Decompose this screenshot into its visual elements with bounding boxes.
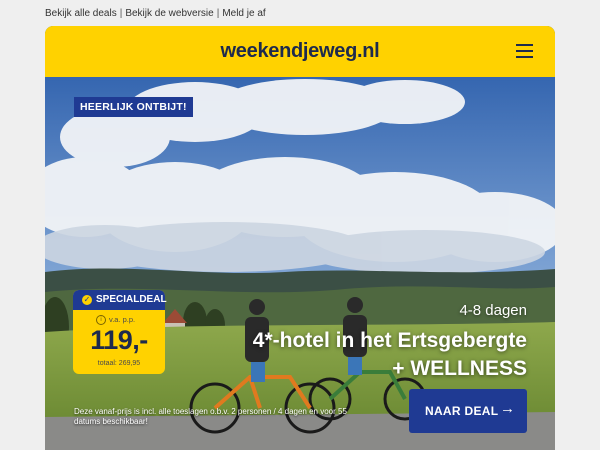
hamburger-menu-icon[interactable]	[516, 44, 533, 58]
hero-image[interactable]: HEERLIJK ONTBIJT! ✓ SPECIALDEAL i v.a. p…	[45, 77, 555, 450]
header-bar: weekendjeweg.nl	[45, 26, 555, 77]
view-deal-button[interactable]: NAAR DEAL →	[409, 389, 527, 433]
price-disclaimer: Deze vanaf-prijs is incl. alle toeslagen…	[74, 407, 347, 426]
web-version-link[interactable]: Bekijk de webversie	[125, 8, 213, 19]
headline-line-1: 4*-hotel in het Ertsgebergte	[252, 329, 527, 352]
top-links: Bekijk alle deals | Bekijk de webversie | Me…	[45, 8, 266, 19]
headline-line-2: + WELLNESS	[392, 357, 527, 380]
arrow-right-icon: →	[500, 400, 515, 417]
breakfast-tag: HEERLIJK ONTBIJT!	[74, 97, 193, 117]
trip-duration: 4-8 dagen	[459, 302, 527, 319]
info-icon[interactable]: i	[96, 315, 106, 325]
view-deal-label: NAAR DEAL	[425, 404, 499, 418]
per-person-label: v.a. p.p.	[109, 315, 136, 324]
unsubscribe-link[interactable]: Meld je af	[222, 8, 265, 19]
deal-card: weekendjeweg.nl HEERLIJK ONTBIJT! ✓ SPEC…	[45, 26, 555, 450]
special-deal-label: SPECIALDEAL	[96, 294, 167, 305]
all-deals-link[interactable]: Bekijk alle deals	[45, 8, 117, 19]
logo[interactable]: weekendjeweg.nl	[45, 40, 555, 63]
special-deal-header: ✓ SPECIALDEAL	[73, 290, 167, 310]
check-circle-icon: ✓	[82, 295, 92, 305]
link-separator: |	[119, 8, 123, 19]
link-separator: |	[216, 8, 220, 19]
deal-headline: 4*-hotel in het Ertsgebergte + WELLNESS	[147, 327, 527, 383]
